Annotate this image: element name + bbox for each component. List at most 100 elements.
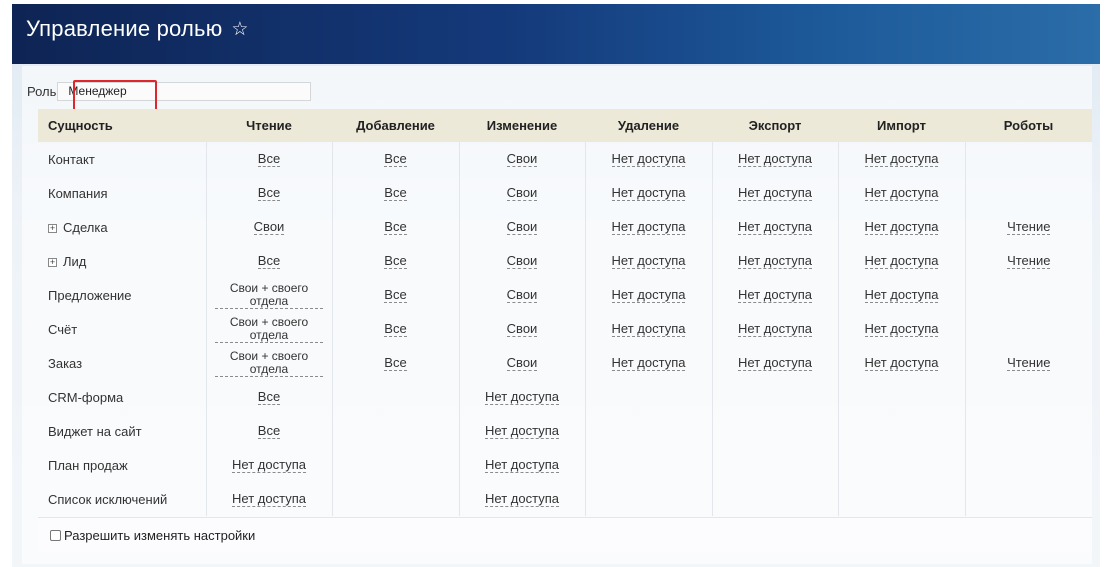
permission-link[interactable]: Нет доступа <box>611 355 686 371</box>
permission-link[interactable]: Чтение <box>1007 355 1051 371</box>
permission-link[interactable]: Все <box>384 355 407 371</box>
permission-cell: Все <box>331 210 459 244</box>
permission-link[interactable]: Нет доступа <box>611 219 686 235</box>
permission-cell: Свои <box>458 142 585 176</box>
permission-link[interactable]: Нет доступа <box>738 287 812 303</box>
permission-link[interactable]: Нет доступа <box>738 355 812 371</box>
permission-cell: Чтение <box>964 346 1092 380</box>
permission-link[interactable]: Нет доступа <box>611 185 686 201</box>
permission-link[interactable]: Нет доступа <box>611 253 686 269</box>
role-select[interactable]: Менеджер <box>57 81 312 101</box>
permission-link[interactable]: Все <box>257 389 281 405</box>
permission-cell <box>584 414 712 448</box>
permission-link[interactable]: Все <box>384 219 407 235</box>
permission-link[interactable]: Нет доступа <box>611 151 686 167</box>
permission-link[interactable]: Нет доступа <box>232 457 306 473</box>
permission-cell: Чтение <box>964 210 1092 244</box>
permission-link[interactable]: Свои <box>506 185 538 201</box>
permission-link[interactable]: Нет доступа <box>738 219 812 235</box>
permission-link[interactable]: Нет доступа <box>864 321 939 337</box>
permission-cell: Нет доступа <box>458 414 585 448</box>
permission-cell: Нет доступа <box>711 278 838 312</box>
permission-link[interactable]: Нет доступа <box>738 321 812 337</box>
table-row: + Сделка Свои Все Свои Нет доступа Нет доступа… <box>38 210 1092 244</box>
column-header: Импорт <box>838 109 965 142</box>
permission-cell: Все <box>331 176 459 210</box>
permission-link[interactable]: Нет доступа <box>864 253 939 269</box>
entity-name: Компания <box>48 185 108 201</box>
star-icon[interactable]: ☆ <box>231 20 248 39</box>
expand-icon[interactable]: + <box>48 223 57 233</box>
permission-link[interactable]: Все <box>257 423 281 439</box>
entity-cell: Контакт <box>38 142 206 176</box>
permission-link[interactable]: Все <box>384 253 407 269</box>
permission-link[interactable]: Свои <box>253 219 285 235</box>
permission-link[interactable]: Свои <box>506 287 538 303</box>
entity-name: Лид <box>63 253 87 269</box>
permission-link[interactable]: Свои + своего отдела <box>215 281 323 309</box>
permission-cell <box>711 380 838 414</box>
permission-cell: Свои <box>458 278 585 312</box>
permission-link[interactable]: Нет доступа <box>864 355 939 371</box>
permission-link[interactable]: Чтение <box>1007 253 1051 269</box>
permission-cell: Нет доступа <box>837 346 965 380</box>
permission-cell: Нет доступа <box>837 312 965 346</box>
permission-cell: Свои + своего отдела <box>205 346 332 380</box>
settings-footer: Разрешить изменять настройки <box>38 517 1092 552</box>
permission-link[interactable]: Все <box>384 151 407 167</box>
entity-cell: + Сделка <box>38 210 206 244</box>
permission-cell: Нет доступа <box>584 346 712 380</box>
permission-link[interactable]: Нет доступа <box>485 423 559 439</box>
allow-settings-checkbox[interactable] <box>50 529 61 541</box>
permission-cell <box>584 482 712 516</box>
permission-link[interactable]: Нет доступа <box>864 151 939 167</box>
permission-cell: Нет доступа <box>458 482 585 516</box>
permission-link[interactable]: Нет доступа <box>864 185 939 201</box>
permission-cell: Нет доступа <box>711 346 838 380</box>
permission-link[interactable]: Нет доступа <box>485 457 559 473</box>
table-row: Счёт Свои + своего отдела Все Свои Нет досту… <box>38 312 1092 346</box>
permission-link[interactable]: Нет доступа <box>232 491 306 507</box>
permission-cell: Свои <box>458 210 585 244</box>
expand-icon[interactable]: + <box>48 257 57 267</box>
permission-cell: Нет доступа <box>584 278 712 312</box>
permission-link[interactable]: Свои <box>506 253 538 269</box>
permission-link[interactable]: Все <box>257 151 281 167</box>
permission-cell <box>331 482 459 516</box>
permission-link[interactable]: Свои <box>506 355 538 371</box>
permission-cell <box>964 448 1092 482</box>
permission-cell <box>964 142 1092 176</box>
permission-link[interactable]: Нет доступа <box>611 321 686 337</box>
entity-name: CRM-форма <box>48 389 124 405</box>
permission-cell <box>837 380 965 414</box>
permission-link[interactable]: Нет доступа <box>738 185 812 201</box>
permission-link[interactable]: Все <box>384 287 407 303</box>
allow-settings-label[interactable]: Разрешить изменять настройки <box>64 528 255 543</box>
permission-link[interactable]: Нет доступа <box>864 219 939 235</box>
permission-link[interactable]: Все <box>257 185 281 201</box>
page-header: Управление ролью ☆ <box>12 4 1100 64</box>
table-row: Виджет на сайт Все Нет доступа <box>38 414 1092 448</box>
permission-link[interactable]: Свои + своего отдела <box>215 349 323 377</box>
permission-link[interactable]: Нет доступа <box>485 389 559 405</box>
permission-link[interactable]: Чтение <box>1007 219 1051 235</box>
table-body: Контакт Все Все Свои Нет доступа Нет доступа Н… <box>38 142 1092 516</box>
permission-link[interactable]: Свои <box>506 219 538 235</box>
permission-link[interactable]: Нет доступа <box>485 491 559 507</box>
permission-link[interactable]: Все <box>257 253 281 269</box>
permission-cell <box>584 380 712 414</box>
permission-link[interactable]: Нет доступа <box>738 151 812 167</box>
permission-link[interactable]: Нет доступа <box>738 253 812 269</box>
permission-cell: Нет доступа <box>837 210 965 244</box>
permission-link[interactable]: Свои <box>506 321 538 337</box>
permission-link[interactable]: Свои <box>506 151 538 167</box>
permission-link[interactable]: Все <box>384 321 407 337</box>
permission-link[interactable]: Свои + своего отдела <box>215 315 323 343</box>
permission-cell: Нет доступа <box>584 176 712 210</box>
table-row: Контакт Все Все Свои Нет доступа Нет доступа Н… <box>38 142 1092 176</box>
permission-link[interactable]: Нет доступа <box>864 287 939 303</box>
permission-link[interactable]: Все <box>384 185 407 201</box>
permission-link[interactable]: Нет доступа <box>611 287 686 303</box>
permission-cell <box>331 448 459 482</box>
permission-cell <box>711 414 838 448</box>
